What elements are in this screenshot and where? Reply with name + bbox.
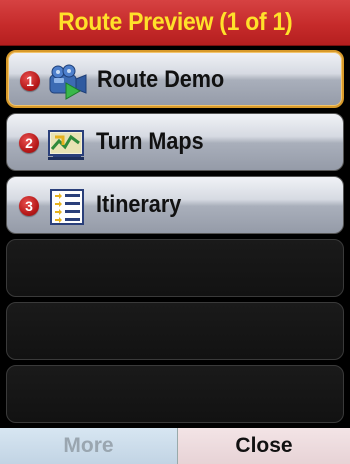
empty-menu-slot <box>6 239 344 297</box>
more-button[interactable]: More <box>0 428 178 464</box>
turn-map-icon <box>47 125 87 163</box>
close-button[interactable]: Close <box>178 428 350 464</box>
menu-item-turn-maps[interactable]: 2 Turn Maps <box>6 113 344 171</box>
number-badge: 2 <box>19 133 39 153</box>
empty-menu-slot <box>6 365 344 423</box>
title-bar: Route Preview (1 of 1) <box>0 0 350 46</box>
page-title: Route Preview (1 of 1) <box>57 8 293 36</box>
menu-item-label: Route Demo <box>97 66 225 93</box>
bottom-button-bar: More Close <box>0 428 350 464</box>
route-preview-screen: Route Preview (1 of 1) 1 Route Demo 2 Tu… <box>0 0 350 464</box>
video-camera-icon <box>48 63 88 101</box>
menu-item-label: Turn Maps <box>96 128 204 155</box>
empty-menu-slot <box>6 302 344 360</box>
number-badge: 3 <box>19 196 39 216</box>
menu-item-label: Itinerary <box>96 191 182 218</box>
route-options-list: 1 Route Demo 2 Turn Maps 3 Itinerary <box>6 50 344 428</box>
itinerary-list-icon <box>47 188 87 226</box>
menu-item-route-demo[interactable]: 1 Route Demo <box>6 50 344 108</box>
menu-item-itinerary[interactable]: 3 Itinerary <box>6 176 344 234</box>
number-badge: 1 <box>20 71 40 91</box>
